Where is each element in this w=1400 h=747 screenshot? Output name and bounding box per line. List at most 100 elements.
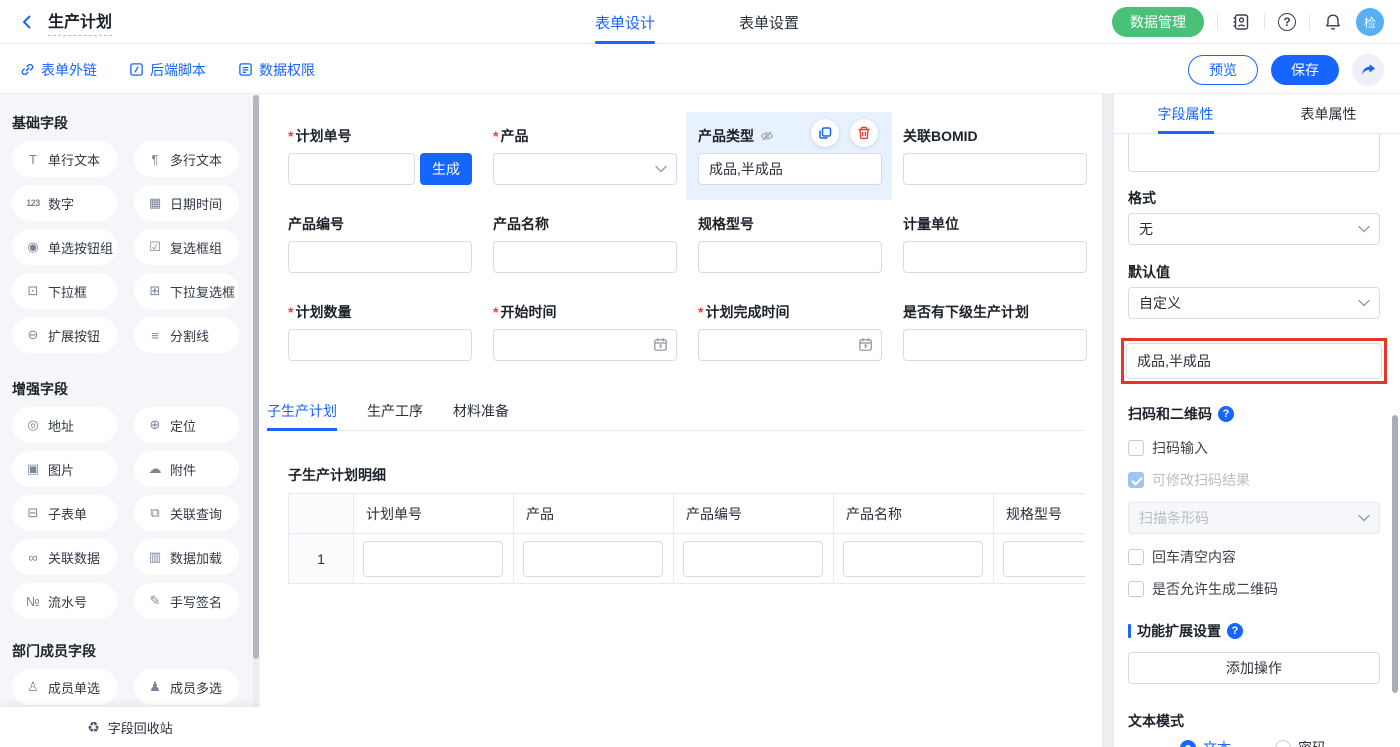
backend-script-item[interactable]: 后端脚本 (129, 60, 206, 80)
link-icon (20, 62, 35, 77)
cell-product-code-input[interactable] (683, 541, 823, 577)
start-time-input[interactable] (493, 329, 677, 361)
back-icon[interactable] (18, 13, 36, 31)
share-button[interactable] (1352, 54, 1384, 86)
unit-input[interactable] (903, 241, 1087, 273)
sidebar-item-single-line-text[interactable]: T单行文本 (12, 141, 117, 177)
field-product-name[interactable]: 产品名称 (493, 216, 677, 273)
sidebar-item-lookup[interactable]: ⧉关联查询 (134, 495, 239, 531)
tab-form-settings[interactable]: 表单设置 (739, 0, 799, 44)
data-permission-item[interactable]: 数据权限 (238, 60, 315, 80)
data-manage-button[interactable]: 数据管理 (1112, 7, 1204, 37)
tab-field-properties[interactable]: 字段属性 (1114, 94, 1257, 133)
copy-field-button[interactable] (811, 119, 839, 147)
tab-form-properties[interactable]: 表单属性 (1257, 94, 1400, 133)
chevron-down-icon (1358, 514, 1370, 522)
sidebar-item-checkbox-group[interactable]: ☑复选框组 (134, 229, 239, 265)
tab-sub-production-plan[interactable]: 子生产计划 (267, 401, 337, 430)
tab-form-design[interactable]: 表单设计 (595, 0, 655, 44)
bom-id-input[interactable] (903, 153, 1087, 185)
product-type-input[interactable] (698, 153, 882, 185)
sidebar-item-dropdown[interactable]: ⊡下拉框 (12, 273, 117, 309)
cell-product-name-input[interactable] (843, 541, 983, 577)
help-badge-icon[interactable]: ? (1227, 623, 1243, 639)
sidebar-item-address[interactable]: ◎地址 (12, 407, 117, 443)
save-button[interactable]: 保存 (1271, 55, 1339, 85)
data-permission-label: 数据权限 (259, 60, 315, 80)
field-bom-id[interactable]: 关联BOMID (903, 128, 1087, 185)
toolbar-actions: 预览 保存 (1188, 45, 1384, 94)
field-product-code[interactable]: 产品编号 (288, 216, 472, 273)
sidebar-item-radio-group[interactable]: ◉单选按钮组 (12, 229, 117, 265)
product-code-input[interactable] (288, 241, 472, 273)
notification-bell-icon[interactable] (1323, 12, 1343, 32)
sidebar-item-subform[interactable]: ⊟子表单 (12, 495, 117, 531)
enter-clear-checkbox[interactable] (1128, 549, 1144, 565)
field-finish-time[interactable]: 计划完成时间 (698, 304, 882, 361)
scan-input-checkbox[interactable] (1128, 440, 1144, 456)
field-start-time[interactable]: 开始时间 (493, 304, 677, 361)
field-plan-qty[interactable]: 计划数量 (288, 304, 472, 361)
tab-material-prep[interactable]: 材料准备 (453, 401, 509, 430)
help-icon[interactable]: ? (1278, 13, 1296, 31)
generate-button[interactable]: 生成 (420, 153, 472, 185)
sidebar-item-multi-line-text[interactable]: ¶多行文本 (134, 141, 239, 177)
spec-input[interactable] (698, 241, 882, 273)
sidebar-item-data-load[interactable]: ▥数据加载 (134, 539, 239, 575)
preview-button[interactable]: 预览 (1188, 55, 1258, 85)
sidebar-item-attachment[interactable]: ☁附件 (134, 451, 239, 487)
sidebar-item-extend-button[interactable]: ⊖扩展按钮 (12, 317, 117, 353)
sidebar-item-location[interactable]: ⊕定位 (134, 407, 239, 443)
product-name-input[interactable] (493, 241, 677, 273)
sidebar-item-image[interactable]: ▣图片 (12, 451, 117, 487)
field-recycle-bin[interactable]: ♻ 字段回收站 (0, 707, 260, 747)
field-product-type[interactable]: 产品类型 (698, 128, 882, 185)
radio-password[interactable]: 密码 (1275, 738, 1326, 747)
sidebar-item-serial-number[interactable]: №流水号 (12, 583, 117, 619)
scan-mode-select: 扫描条形码 (1128, 502, 1380, 534)
external-link-item[interactable]: 表单外链 (20, 60, 97, 80)
field-spec[interactable]: 规格型号 (698, 216, 882, 273)
sidebar-item-linked-data[interactable]: ∞关联数据 (12, 539, 117, 575)
field-has-sub-plan[interactable]: 是否有下级生产计划 (903, 304, 1087, 361)
scrolled-input[interactable] (1128, 134, 1380, 172)
sidebar-item-member-multi[interactable]: ♟成员多选 (134, 669, 239, 705)
address-book-icon[interactable] (1231, 12, 1251, 32)
panel-scrollbar[interactable] (1392, 415, 1398, 693)
sidebar-item-divider-line[interactable]: ≡分割线 (134, 317, 239, 353)
avatar[interactable]: 检 (1356, 8, 1384, 36)
field-unit[interactable]: 计量单位 (903, 216, 1087, 273)
radio-text[interactable]: 文本 (1180, 738, 1231, 747)
cell-product-input[interactable] (523, 541, 663, 577)
plan-qty-input[interactable] (288, 329, 472, 361)
custom-default-value-input[interactable] (1126, 343, 1382, 379)
sidebar-scrollbar[interactable] (253, 95, 259, 659)
cell-spec-input[interactable] (1003, 541, 1085, 577)
sidebar-item-member-single[interactable]: ♙成员单选 (12, 669, 117, 705)
cell-plan-no-input[interactable] (363, 541, 503, 577)
help-badge-icon[interactable]: ? (1218, 406, 1234, 422)
external-link-label: 表单外链 (41, 60, 97, 80)
allow-qrcode-checkbox[interactable] (1128, 581, 1144, 597)
script-icon (129, 62, 144, 77)
has-sub-plan-input[interactable] (903, 329, 1087, 361)
signature-icon: ✎ (147, 593, 163, 609)
sidebar-item-multi-dropdown[interactable]: ⊞下拉复选框 (134, 273, 239, 309)
divider (1264, 14, 1265, 30)
sidebar-item-datetime[interactable]: ▦日期时间 (134, 185, 239, 221)
format-select[interactable]: 无 (1128, 213, 1380, 245)
sidebar-item-number[interactable]: 123数字 (12, 185, 117, 221)
default-value-select[interactable]: 自定义 (1128, 287, 1380, 319)
field-product[interactable]: 产品 (493, 128, 677, 185)
product-select[interactable] (493, 153, 677, 185)
checkbox-group-icon: ☑ (147, 239, 163, 255)
field-plan-number[interactable]: 计划单号 生成 (288, 128, 472, 185)
delete-field-button[interactable] (850, 119, 878, 147)
chevron-down-icon (1358, 225, 1370, 233)
plan-number-input[interactable] (288, 153, 415, 185)
calendar-icon (653, 337, 668, 352)
sidebar-item-signature[interactable]: ✎手写签名 (134, 583, 239, 619)
add-action-button[interactable]: 添加操作 (1128, 652, 1380, 684)
tab-production-process[interactable]: 生产工序 (367, 401, 423, 430)
finish-time-input[interactable] (698, 329, 882, 361)
